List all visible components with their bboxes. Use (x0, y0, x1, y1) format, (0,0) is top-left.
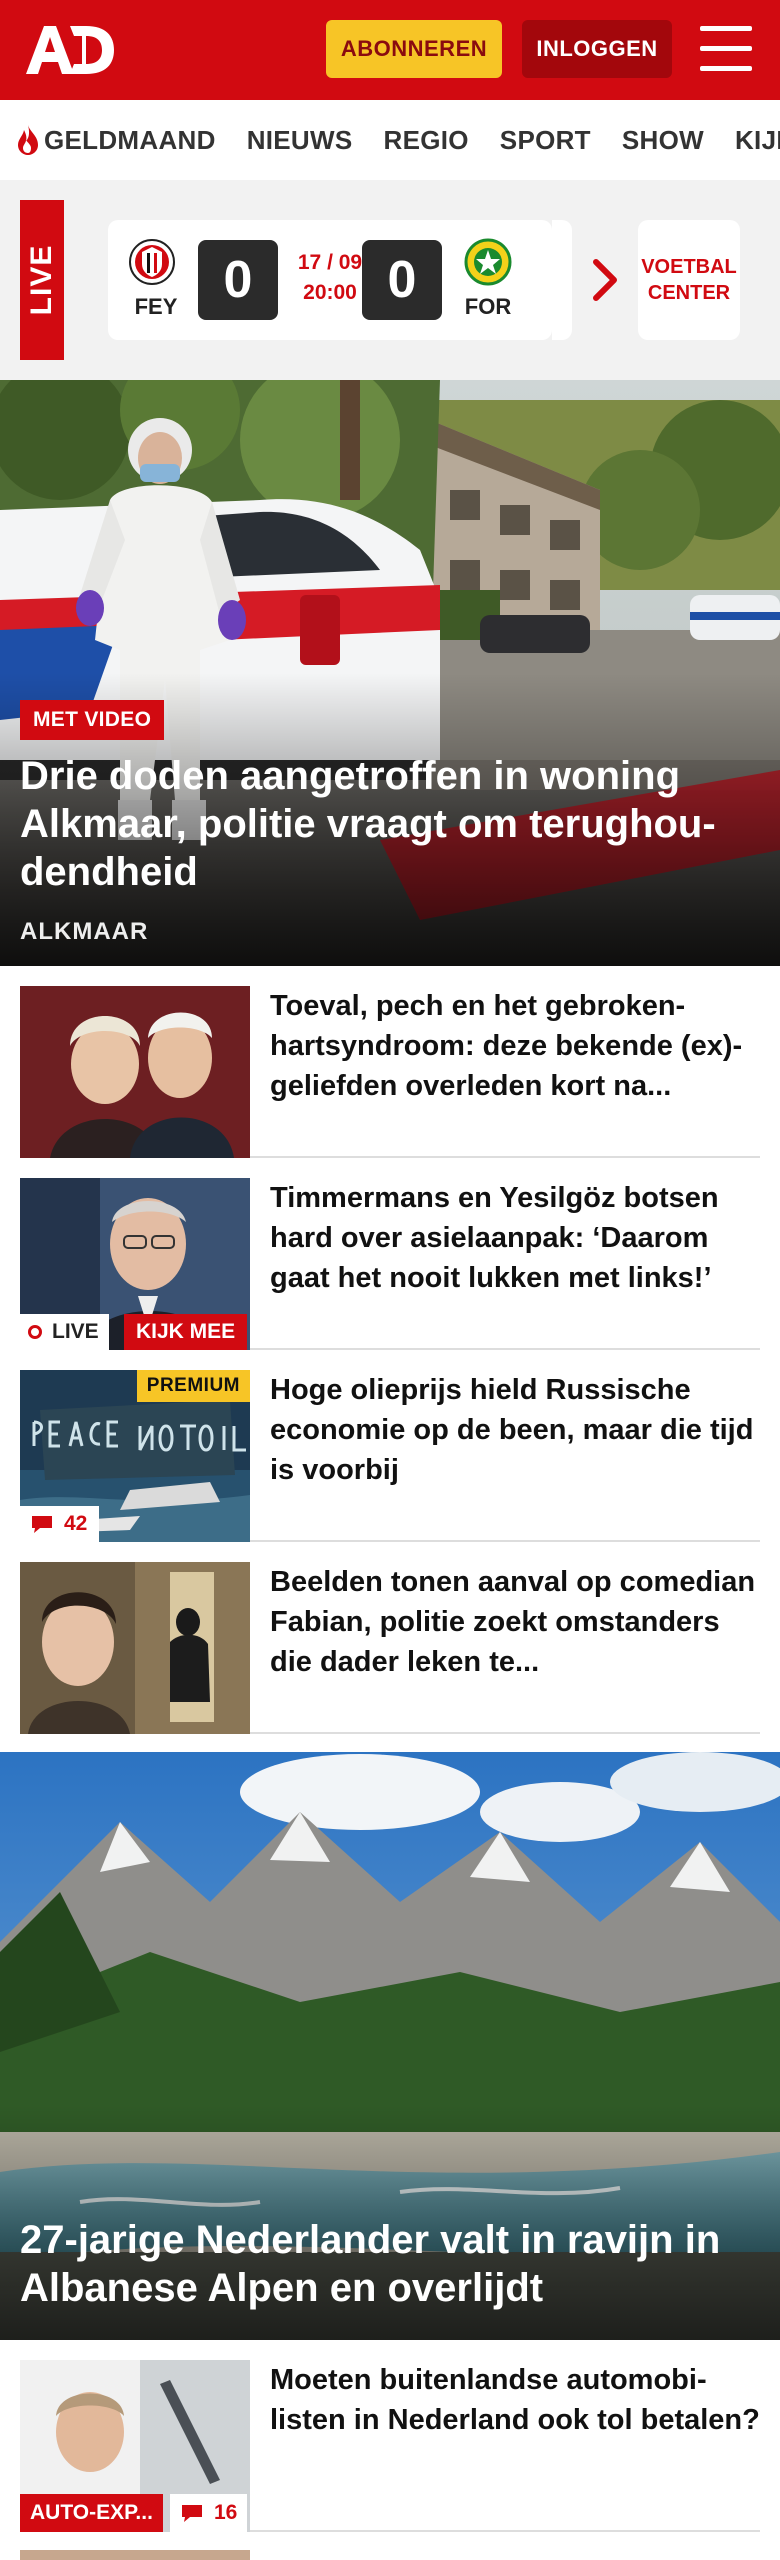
article-thumbnail: PREMIUM 42 (20, 1370, 250, 1542)
hero-headline[interactable]: Drie doden aangetroffen in woning Alkmaa… (20, 752, 760, 896)
ad-logo[interactable] (24, 24, 116, 76)
live-tab[interactable]: LIVE (20, 200, 64, 360)
article-thumbnail: AUTO-EXP... 16 (20, 2360, 250, 2532)
nav-item-kijk[interactable]: KIJK (735, 125, 780, 156)
article-item[interactable]: Beelden tonen aanval op comedian Fabian,… (20, 1542, 760, 1734)
comment-bubble-icon (32, 1516, 52, 1533)
subscribe-button[interactable]: ABONNEREN (326, 20, 502, 78)
chevron-right-icon[interactable] (588, 256, 624, 304)
live-chip-label: LIVE (52, 1320, 99, 1343)
article-title[interactable]: Moeten buitenlandse automobi­listen in N… (270, 2360, 760, 2440)
voetbal-center-line1: VOETBAL (641, 256, 737, 278)
fortuna-badge-icon (464, 238, 512, 286)
hero-region-label: ALKMAAR (20, 918, 149, 945)
live-tab-label: LIVE (25, 244, 58, 316)
category-chip[interactable]: AUTO-EXP... (20, 2494, 163, 2532)
nav-item-geldmaand[interactable]: GELDMAAND (16, 124, 216, 156)
premium-badge: PREMIUM (136, 1370, 250, 1402)
flame-icon (18, 125, 38, 155)
article-thumbnail: LIVE KIJK MEE (20, 1178, 250, 1350)
video-badge: MET VIDEO (20, 700, 165, 740)
comments-count-chip[interactable]: 16 (170, 2494, 248, 2532)
article-item[interactable]: Toeval, pech en het gebroken-hartsyndroo… (20, 966, 760, 1158)
ad-logo-mark (26, 26, 114, 74)
comments-count-chip[interactable]: 42 (20, 1506, 100, 1542)
article-title[interactable]: Hoge olieprijs hield Russische economie … (270, 1370, 760, 1490)
away-score: 0 (362, 240, 442, 320)
home-score: 0 (198, 240, 278, 320)
nav-item-sport[interactable]: SPORT (500, 125, 591, 156)
article-title[interactable]: Timmermans en Yesilgöz botsen hard over … (270, 1178, 760, 1298)
article-title[interactable]: Beelden tonen aanval op comedian Fabian,… (270, 1562, 760, 1682)
article-item[interactable]: AUTO-EXP... 16 Moeten buitenlandse autom… (20, 2340, 760, 2532)
voetbal-center-line2: CENTER (647, 282, 731, 304)
comment-bubble-icon (182, 2505, 202, 2522)
article-title[interactable]: Toeval, pech en het gebroken-hartsyndroo… (270, 986, 760, 1106)
article-item[interactable]: LIVE KIJK MEE Timmermans en Yesilgöz bot… (20, 1158, 760, 1350)
article-thumbnail (20, 986, 250, 1158)
voetbal-center-link[interactable]: VOETBAL CENTER (638, 220, 740, 340)
live-chip: LIVE (20, 1314, 109, 1350)
comments-count: 16 (214, 2501, 238, 2524)
match-card[interactable]: FEY 0 17 / 09 20:00 0 FOR (108, 220, 552, 340)
menu-icon[interactable] (700, 26, 752, 72)
home-team-name: FEY (134, 294, 178, 319)
away-team-name: FOR (464, 294, 512, 319)
login-button[interactable]: INLOGGEN (522, 20, 672, 78)
article-thumbnail-partial (20, 2550, 250, 2560)
article-thumbnail (20, 1562, 250, 1734)
nav-item-regio[interactable]: REGIO (384, 125, 469, 156)
nav-item-show[interactable]: SHOW (622, 125, 704, 156)
next-match-card[interactable] (552, 220, 572, 340)
nav-item-nieuws[interactable]: NIEUWS (247, 125, 353, 156)
feyenoord-badge-icon (129, 239, 175, 285)
watch-live-chip[interactable]: KIJK MEE (124, 1314, 248, 1350)
article-item[interactable]: PREMIUM 42 Hoge olieprijs hield Russisch… (20, 1350, 760, 1542)
comments-count: 42 (64, 1512, 88, 1535)
section-nav: GELDMAAND NIEUWS REGIO SPORT SHOW KIJK (0, 100, 780, 180)
nav-item-label: GELDMAAND (44, 124, 216, 155)
live-dot-icon (28, 1325, 42, 1339)
hero2-headline[interactable]: 27-jarige Nederlander valt in ravijn in … (20, 2216, 770, 2312)
